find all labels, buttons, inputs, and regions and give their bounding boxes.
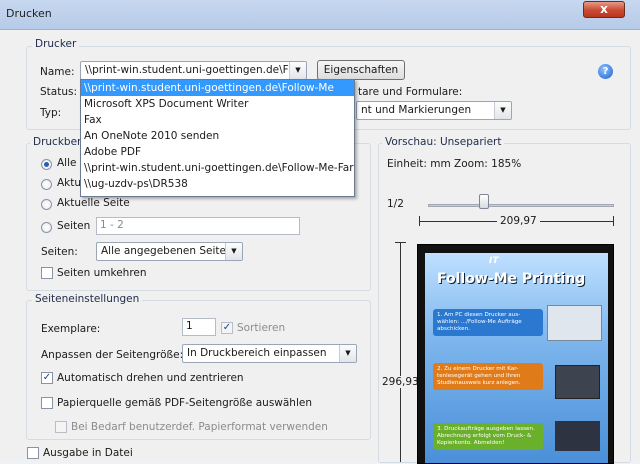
properties-button[interactable]: Eigenschaften [317,60,405,80]
printer-group-label: Drucker [32,38,80,50]
custom-paper-checkbox[interactable] [55,421,67,433]
subset-value: Alle angegebenen Seiten [101,245,233,257]
poster-step-2: 2. Zu einem Drucker mit Kar-tenlesegerät… [433,363,543,390]
poster-step-3: 3. Druckaufträge ausgeben lassen. Abrech… [433,423,543,450]
print-dialog: Drucken x Drucker Name: \\print-win.stud… [0,0,640,464]
range-pages-label: Seiten [57,220,91,232]
width-dimension-tick-right [613,216,614,226]
chevron-down-icon: ▼ [289,62,306,79]
close-button[interactable]: x [583,1,625,18]
height-dimension-tick-top [395,242,406,243]
printer-option-adobe-pdf[interactable]: Adobe PDF [81,144,354,160]
subset-select[interactable]: Alle angegebenen Seiten ▼ [96,242,243,261]
chevron-down-icon: ▼ [339,345,356,362]
range-all-radio[interactable] [41,159,52,170]
comments-forms-value: nt und Markierungen [361,104,472,116]
fit-label: Anpassen der Seitengröße: [41,349,184,361]
range-current-view-radio[interactable] [41,179,52,190]
reverse-pages-label: Seiten umkehren [57,267,147,279]
printer-option-follow-me-farbe[interactable]: \\print-win.student.uni-goettingen.de\Fo… [81,160,354,176]
title-bar: Drucken x [0,0,640,30]
printer-name-value: \\print-win.student.uni-goettingen.de\Fo… [85,64,301,76]
fit-select[interactable]: In Druckbereich einpassen ▼ [182,344,357,363]
poster-printer-image [555,365,600,399]
collate-label: Sortieren [237,322,286,334]
custom-paper-label: Bei Bedarf benutzerdef. Papierformat ver… [71,421,328,433]
range-all-label: Alle [57,157,77,169]
chevron-down-icon: ▼ [494,102,511,119]
page-width-label: 209,97 [497,215,540,227]
printer-option-onenote[interactable]: An OneNote 2010 senden [81,128,354,144]
height-dimension-line [400,242,401,462]
preview-page: IT Follow-Me Printing 1. Am PC diesen Dr… [417,244,614,464]
printer-dropdown-list: \\print-win.student.uni-goettingen.de\Fo… [80,79,355,197]
page-height-label: 296,93 [382,376,419,388]
range-pages-input[interactable]: 1 - 2 [96,217,300,235]
chevron-down-icon: ▼ [225,243,242,260]
output-to-file-checkbox[interactable] [27,447,39,459]
poster-step-1: 1. Am PC diesen Drucker aus-wählen: .../… [433,309,543,336]
copies-input[interactable]: 1 [182,318,216,336]
autorotate-checkbox[interactable]: ✓ [41,372,53,384]
printer-name-select[interactable]: \\print-win.student.uni-goettingen.de\Fo… [80,61,307,80]
comments-forms-select[interactable]: nt und Markierungen ▼ [356,101,512,120]
range-pages-radio[interactable] [41,222,52,233]
poster-title: Follow-Me Printing [437,271,586,287]
collate-checkbox[interactable]: ✓ [221,322,233,334]
printer-option-dr538[interactable]: \\ug-uzdv-ps\DR538 [81,176,354,192]
comments-forms-label: tare und Formulare: [358,86,463,98]
poster-card-reader-image [555,421,600,451]
copies-label: Exemplare: [41,323,101,335]
preview-group-label: Vorschau: Unsepariert [382,136,505,148]
status-label: Status: [40,86,77,98]
paper-source-checkbox[interactable] [41,397,53,409]
reverse-pages-checkbox[interactable] [41,267,53,279]
width-dimension-tick-left [419,216,420,226]
range-current-page-label: Aktuelle Seite [57,197,130,209]
window-title: Drucken [6,7,52,20]
output-to-file-label: Ausgabe in Datei [43,447,133,459]
printer-option-follow-me[interactable]: \\print-win.student.uni-goettingen.de\Fo… [81,80,354,96]
poster-monitor-image [547,305,602,341]
page-counter: 1/2 [387,198,404,210]
subset-label: Seiten: [41,246,78,258]
poster-logo: IT [489,256,499,266]
fit-value: In Druckbereich einpassen [187,347,327,359]
poster-image: IT Follow-Me Printing 1. Am PC diesen Dr… [425,253,608,463]
units-zoom-label: Einheit: mm Zoom: 185% [387,158,522,170]
autorotate-label: Automatisch drehen und zentrieren [57,372,244,384]
type-label: Typ: [40,107,62,119]
page-slider-track[interactable] [428,204,614,207]
printer-name-label: Name: [40,66,75,78]
printer-option-fax[interactable]: Fax [81,112,354,128]
help-icon[interactable]: ? [598,64,613,79]
printer-option-xps[interactable]: Microsoft XPS Document Writer [81,96,354,112]
page-setup-group-label: Seiteneinstellungen [32,293,143,305]
page-slider-thumb[interactable] [479,194,489,209]
range-current-page-radio[interactable] [41,199,52,210]
paper-source-label: Papierquelle gemäß PDF-Seitengröße auswä… [57,397,312,409]
